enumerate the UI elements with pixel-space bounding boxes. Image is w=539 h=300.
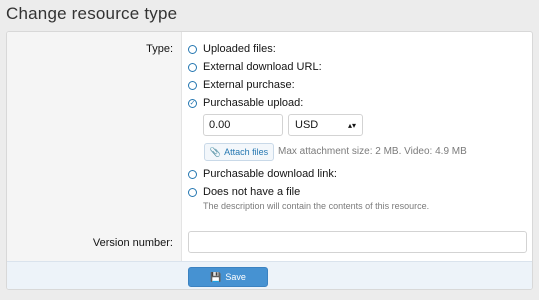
option-purchasable-download-link[interactable]: Purchasable download link: [188, 168, 337, 180]
radio-icon[interactable] [188, 80, 197, 90]
form-footer: 💾 Save [7, 261, 532, 289]
option-label: Uploaded files: [203, 43, 276, 55]
option-label: Does not have a file [203, 186, 301, 198]
option-label: External purchase: [203, 79, 295, 91]
type-label: Type: [146, 43, 173, 55]
save-label: Save [225, 272, 246, 282]
option-label: External download URL: [203, 61, 322, 73]
check-icon[interactable]: ✓ [188, 98, 197, 108]
attach-files-button[interactable]: 📎 Attach files [204, 143, 274, 161]
option-no-file[interactable]: Does not have a file [188, 186, 300, 198]
price-input[interactable]: 0.00 [203, 114, 283, 136]
save-icon: 💾 [210, 271, 222, 282]
label-column [7, 32, 182, 261]
version-input[interactable] [188, 231, 527, 253]
option-external-download-url[interactable]: External download URL: [188, 61, 322, 73]
option-external-purchase[interactable]: External purchase: [188, 79, 295, 91]
attach-size-note: Max attachment size: 2 MB. Video: 4.9 MB [278, 146, 467, 157]
option-uploaded-files[interactable]: Uploaded files: [188, 43, 276, 55]
paperclip-icon: 📎 [209, 146, 222, 157]
radio-icon[interactable] [188, 62, 197, 72]
attach-files-label: Attach files [224, 147, 269, 157]
option-purchasable-upload[interactable]: ✓ Purchasable upload: [188, 97, 303, 109]
save-button[interactable]: 💾 Save [188, 267, 268, 287]
option-label: Purchasable download link: [203, 168, 337, 180]
radio-icon[interactable] [188, 169, 197, 179]
currency-value: USD [295, 119, 319, 131]
radio-icon[interactable] [188, 44, 197, 54]
option-label: Purchasable upload: [203, 97, 304, 109]
radio-icon[interactable] [188, 187, 197, 197]
form-panel: Type: Uploaded files: External download … [6, 31, 533, 290]
version-label: Version number: [92, 237, 173, 249]
updown-arrows-icon: ▴▾ [347, 120, 356, 130]
no-file-hint: The description will contain the content… [203, 201, 430, 211]
page-title: Change resource type [6, 4, 178, 23]
currency-select[interactable]: USD ▴▾ [288, 114, 363, 136]
